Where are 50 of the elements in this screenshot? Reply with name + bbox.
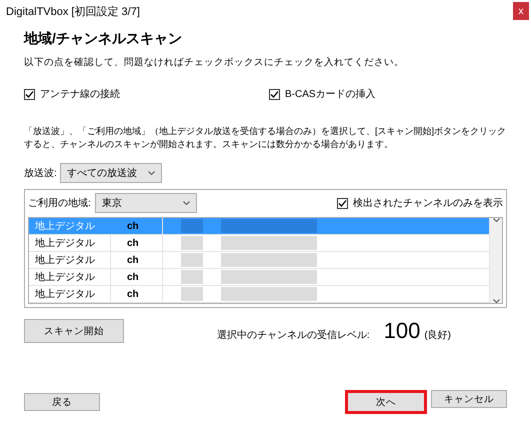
signal-value: 100 <box>384 318 420 344</box>
channel-cell: ch <box>111 252 163 268</box>
caret-icon <box>492 218 500 222</box>
redacted-block <box>181 236 203 250</box>
check-icon <box>338 198 347 208</box>
checkbox-label: アンテナ線の接続 <box>40 88 120 101</box>
channel-row[interactable]: 地上デジタル ch <box>29 235 489 252</box>
checkbox[interactable] <box>24 88 35 100</box>
description-text: 「放送波」、「ご利用の地域」（地上デジタル放送を受信する場合のみ）を選択して、[スキャン開始]ボタンをクリックすると、チャンネルのスキャンが開始されます。スキャンには数分かかる場合があります。 <box>24 125 507 151</box>
channel-cell: ch <box>111 269 163 285</box>
checkbox-label: 検出されたチャンネルのみを表示 <box>353 196 503 210</box>
channel-row[interactable]: 地上デジタル ch <box>29 218 489 235</box>
dialog-button[interactable]: 次へ <box>345 390 427 414</box>
region-dropdown[interactable]: 東京 <box>94 193 197 213</box>
broadcast-label: 放送波: <box>24 166 57 180</box>
type-cell: 地上デジタル <box>29 252 111 268</box>
signal-quality: (良好) <box>424 328 451 342</box>
broadcast-dropdown[interactable]: すべての放送波 <box>60 163 162 183</box>
region-label: ご利用の地域: <box>28 196 91 210</box>
channel-row[interactable]: 地上デジタル ch <box>29 269 489 286</box>
scrollbar[interactable] <box>489 218 502 303</box>
type-cell: 地上デジタル <box>29 269 111 285</box>
caret-icon <box>148 171 155 175</box>
close-button[interactable]: x <box>513 2 529 20</box>
check-icon <box>270 90 279 98</box>
channel-row[interactable]: 地上デジタル ch <box>29 286 489 303</box>
channel-cell: ch <box>111 218 163 234</box>
checkbox-label: B-CASカードの挿入 <box>285 88 376 101</box>
checkbox[interactable] <box>269 88 280 100</box>
redacted-block <box>181 219 203 233</box>
caret-icon <box>182 201 190 205</box>
caret-icon <box>492 299 500 303</box>
signal-label: 選択中のチャンネルの受信レベル: <box>216 328 370 342</box>
scan-button[interactable]: スキャン開始 <box>24 319 124 343</box>
channel-cell: ch <box>111 235 163 251</box>
channel-cell: ch <box>111 286 163 302</box>
instruction-text: 以下の点を確認して、問題なければチェックボックスにチェックを入れてください。 <box>24 56 405 69</box>
redacted-block <box>181 270 203 284</box>
dialog-button[interactable]: キャンセル <box>431 390 507 408</box>
checkbox[interactable] <box>337 198 348 208</box>
redacted-block <box>181 287 203 301</box>
redacted-block <box>181 253 203 267</box>
dialog-button[interactable]: 戻る <box>24 393 100 411</box>
check-icon <box>25 90 34 98</box>
type-cell: 地上デジタル <box>29 235 111 251</box>
page-heading: 地域/チャンネルスキャン <box>24 30 183 48</box>
channel-row[interactable]: 地上デジタル ch <box>29 252 489 269</box>
window-title: DigitalTVbox [初回設定 3/7] <box>6 4 140 18</box>
type-cell: 地上デジタル <box>29 218 111 234</box>
type-cell: 地上デジタル <box>29 286 111 302</box>
